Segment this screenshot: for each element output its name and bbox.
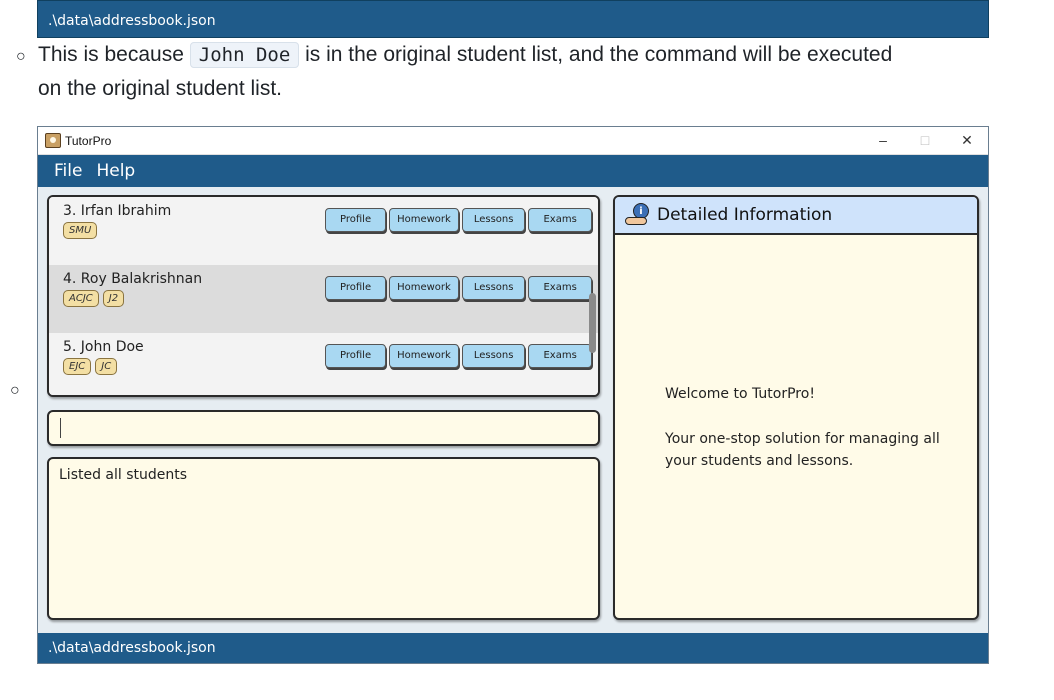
title-bar: TutorPro – □ ✕ bbox=[38, 127, 988, 155]
tutorpro-window: TutorPro – □ ✕ File Help 3. Irfan Ibrahi… bbox=[37, 126, 989, 664]
menu-file[interactable]: File bbox=[54, 161, 82, 181]
result-display: Listed all students bbox=[47, 457, 600, 620]
inline-code-john-doe: John Doe bbox=[189, 42, 300, 68]
doc-bullet-line-2: on the original student list. bbox=[38, 77, 282, 100]
tag-badge: SMU bbox=[63, 222, 98, 239]
bullet-hollow-1: ○ bbox=[16, 48, 26, 65]
tag-badge: EJC bbox=[63, 358, 92, 375]
student-list[interactable]: 3. Irfan Ibrahim SMU Profile Homework Le… bbox=[47, 195, 600, 397]
detail-panel: i Detailed Information Welcome to TutorP… bbox=[613, 195, 979, 620]
top-status-bar: .\data\addressbook.json bbox=[37, 0, 989, 38]
list-scrollbar[interactable] bbox=[589, 293, 596, 353]
student-row[interactable]: 4. Roy Balakrishnan ACJC J2 Profile Home… bbox=[49, 265, 598, 333]
exams-button[interactable]: Exams bbox=[528, 208, 592, 232]
homework-button[interactable]: Homework bbox=[389, 276, 459, 300]
student-row[interactable]: 5. John Doe EJC JC Profile Homework Less… bbox=[49, 333, 598, 395]
text-caret bbox=[60, 418, 61, 438]
student-name: 5. John Doe bbox=[63, 339, 144, 355]
menu-help[interactable]: Help bbox=[96, 161, 135, 181]
tag-group: ACJC J2 bbox=[63, 290, 125, 307]
profile-button[interactable]: Profile bbox=[325, 208, 387, 232]
welcome-text: Welcome to TutorPro! bbox=[665, 386, 815, 402]
student-name: 3. Irfan Ibrahim bbox=[63, 203, 172, 219]
tag-badge: JC bbox=[95, 358, 118, 375]
result-message: Listed all students bbox=[59, 467, 188, 483]
bullet-hollow-2: ○ bbox=[10, 382, 20, 399]
top-status-path: .\data\addressbook.json bbox=[48, 13, 216, 29]
tag-badge: J2 bbox=[102, 290, 125, 307]
lessons-button[interactable]: Lessons bbox=[461, 276, 526, 300]
lessons-button[interactable]: Lessons bbox=[461, 344, 526, 368]
status-path: .\data\addressbook.json bbox=[48, 640, 216, 656]
exams-button[interactable]: Exams bbox=[528, 276, 592, 300]
app-icon bbox=[45, 133, 61, 148]
window-controls: – □ ✕ bbox=[862, 132, 988, 149]
detail-body: Welcome to TutorPro! Your one-stop solut… bbox=[615, 235, 977, 472]
student-name: 4. Roy Balakrishnan bbox=[63, 271, 203, 287]
detail-header-title: Detailed Information bbox=[657, 205, 833, 225]
exams-button[interactable]: Exams bbox=[528, 344, 592, 368]
minimize-icon[interactable]: – bbox=[862, 132, 904, 149]
homework-button[interactable]: Homework bbox=[389, 208, 459, 232]
close-icon[interactable]: ✕ bbox=[946, 132, 988, 149]
row-actions: Profile Homework Lessons Exams bbox=[325, 344, 592, 368]
window-title: TutorPro bbox=[65, 133, 112, 148]
lessons-button[interactable]: Lessons bbox=[461, 208, 526, 232]
maximize-icon[interactable]: □ bbox=[904, 132, 946, 149]
student-row[interactable]: 3. Irfan Ibrahim SMU Profile Homework Le… bbox=[49, 197, 598, 265]
status-bar: .\data\addressbook.json bbox=[38, 633, 988, 663]
doc-bullet-line-1: This is because John Doe is in the origi… bbox=[38, 42, 893, 68]
tagline-text: Your one-stop solution for managing all … bbox=[665, 431, 940, 469]
profile-button[interactable]: Profile bbox=[325, 276, 387, 300]
command-box[interactable] bbox=[47, 410, 600, 446]
tag-group: SMU bbox=[63, 222, 98, 239]
info-hand-icon: i bbox=[625, 203, 649, 227]
detail-header: i Detailed Information bbox=[615, 197, 977, 235]
homework-button[interactable]: Homework bbox=[389, 344, 459, 368]
tag-group: EJC JC bbox=[63, 358, 118, 375]
row-actions: Profile Homework Lessons Exams bbox=[325, 208, 592, 232]
row-actions: Profile Homework Lessons Exams bbox=[325, 276, 592, 300]
tag-badge: ACJC bbox=[63, 290, 99, 307]
profile-button[interactable]: Profile bbox=[325, 344, 387, 368]
menu-bar: File Help bbox=[38, 155, 988, 187]
